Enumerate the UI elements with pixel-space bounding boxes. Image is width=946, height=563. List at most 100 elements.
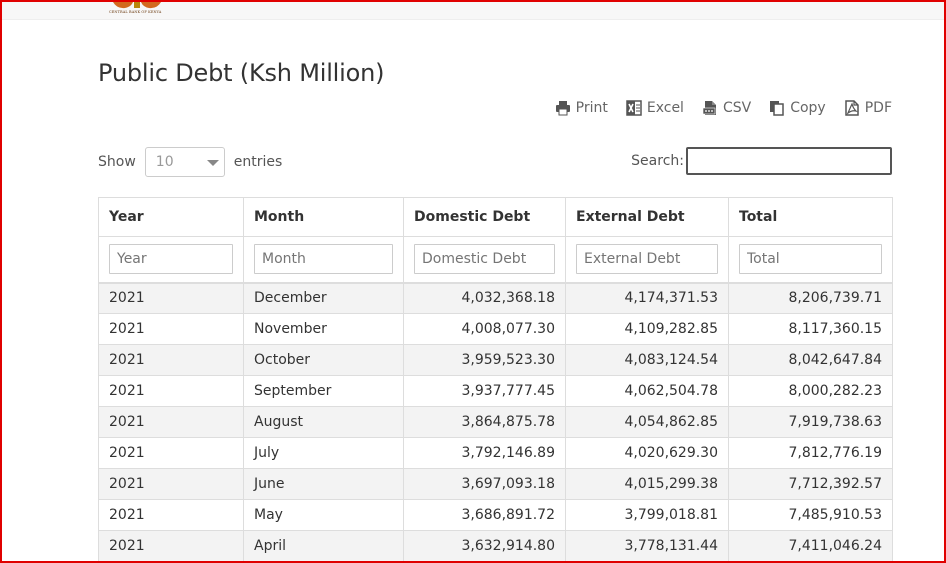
central-bank-logo[interactable]: CENTRAL BANK OF KENYA bbox=[109, 2, 165, 18]
cell-external-debt: 4,062,504.78 bbox=[565, 375, 729, 407]
filter-cell-month bbox=[243, 236, 404, 284]
cell-domestic-debt: 4,032,368.18 bbox=[403, 282, 566, 314]
column-header-year[interactable]: Year bbox=[98, 197, 244, 237]
cell-total: 7,919,738.63 bbox=[728, 406, 893, 438]
excel-icon bbox=[626, 100, 642, 116]
cell-year: 2021 bbox=[98, 406, 244, 438]
copy-button[interactable]: Copy bbox=[769, 100, 826, 116]
cell-year: 2021 bbox=[98, 437, 244, 469]
filter-cell-total bbox=[728, 236, 893, 284]
cell-external-debt: 4,083,124.54 bbox=[565, 344, 729, 376]
excel-button[interactable]: Excel bbox=[626, 100, 684, 116]
cell-month: July bbox=[243, 437, 404, 469]
chevron-down-icon bbox=[206, 160, 219, 166]
cell-month: June bbox=[243, 468, 404, 500]
cell-year: 2021 bbox=[98, 375, 244, 407]
cell-total: 7,712,392.57 bbox=[728, 468, 893, 500]
cell-domestic-debt: 3,632,914.80 bbox=[403, 530, 566, 562]
table-row[interactable]: 2021 April 3,632,914.80 3,778,131.44 7,4… bbox=[98, 530, 893, 562]
table-row[interactable]: 2021 October 3,959,523.30 4,083,124.54 8… bbox=[98, 344, 893, 376]
cell-month: August bbox=[243, 406, 404, 438]
external-debt-filter-input[interactable] bbox=[576, 244, 718, 275]
table-row[interactable]: 2021 May 3,686,891.72 3,799,018.81 7,485… bbox=[98, 499, 893, 531]
cell-domestic-debt: 3,959,523.30 bbox=[403, 344, 566, 376]
logo-emblem-icon bbox=[113, 2, 161, 9]
export-toolbar: Print Excel CSV Copy PDF bbox=[555, 100, 892, 116]
cell-domestic-debt: 3,792,146.89 bbox=[403, 437, 566, 469]
cell-year: 2021 bbox=[98, 282, 244, 314]
top-header-bar: CENTRAL BANK OF KENYA bbox=[2, 2, 944, 20]
total-filter-input[interactable] bbox=[739, 244, 882, 275]
cell-external-debt: 3,778,131.44 bbox=[565, 530, 729, 562]
copy-icon bbox=[770, 101, 784, 116]
pdf-label: PDF bbox=[864, 100, 892, 116]
cell-domestic-debt: 3,864,875.78 bbox=[403, 406, 566, 438]
column-filter-row bbox=[98, 236, 893, 284]
table-search-control: Search: bbox=[631, 146, 892, 176]
cell-total: 8,206,739.71 bbox=[728, 282, 893, 314]
entries-label: entries bbox=[233, 154, 283, 170]
column-header-month[interactable]: Month bbox=[243, 197, 404, 237]
cell-domestic-debt: 3,697,093.18 bbox=[403, 468, 566, 500]
cell-external-debt: 4,020,629.30 bbox=[565, 437, 729, 469]
cell-total: 7,485,910.53 bbox=[728, 499, 893, 531]
cell-year: 2021 bbox=[98, 530, 244, 562]
table-row[interactable]: 2021 July 3,792,146.89 4,020,629.30 7,81… bbox=[98, 437, 893, 469]
entries-select-value: 10 bbox=[155, 154, 174, 170]
excel-label: Excel bbox=[646, 100, 684, 116]
cell-domestic-debt: 4,008,077.30 bbox=[403, 313, 566, 345]
cell-month: September bbox=[243, 375, 404, 407]
cell-month: May bbox=[243, 499, 404, 531]
cell-domestic-debt: 3,937,777.45 bbox=[403, 375, 566, 407]
print-button[interactable]: Print bbox=[555, 100, 608, 116]
pdf-icon bbox=[844, 100, 859, 116]
cell-external-debt: 4,109,282.85 bbox=[565, 313, 729, 345]
table-row[interactable]: 2021 December 4,032,368.18 4,174,371.53 … bbox=[98, 282, 893, 314]
cell-domestic-debt: 3,686,891.72 bbox=[403, 499, 566, 531]
domestic-debt-filter-input[interactable] bbox=[414, 244, 555, 275]
cell-total: 8,000,282.23 bbox=[728, 375, 893, 407]
cell-total: 7,411,046.24 bbox=[728, 530, 893, 562]
print-label: Print bbox=[575, 100, 608, 116]
public-debt-table: Year Month Domestic Debt External Debt T… bbox=[98, 197, 893, 562]
csv-icon bbox=[702, 101, 716, 115]
cell-month: October bbox=[243, 344, 404, 376]
logo-text: CENTRAL BANK OF KENYA bbox=[109, 10, 162, 14]
search-input[interactable] bbox=[686, 147, 892, 175]
csv-label: CSV bbox=[722, 100, 752, 116]
entries-per-page-select[interactable]: 10 bbox=[144, 147, 225, 177]
month-filter-input[interactable] bbox=[254, 244, 393, 275]
cell-external-debt: 4,054,862.85 bbox=[565, 406, 729, 438]
table-row[interactable]: 2021 September 3,937,777.45 4,062,504.78… bbox=[98, 375, 893, 407]
cell-month: November bbox=[243, 313, 404, 345]
column-header-external-debt[interactable]: External Debt bbox=[565, 197, 729, 237]
filter-cell-domestic-debt bbox=[403, 236, 566, 284]
cell-external-debt: 4,015,299.38 bbox=[565, 468, 729, 500]
cell-month: December bbox=[243, 282, 404, 314]
cell-external-debt: 3,799,018.81 bbox=[565, 499, 729, 531]
year-filter-input[interactable] bbox=[109, 244, 233, 275]
pdf-button[interactable]: PDF bbox=[844, 100, 892, 116]
cell-total: 8,042,647.84 bbox=[728, 344, 893, 376]
table-row[interactable]: 2021 August 3,864,875.78 4,054,862.85 7,… bbox=[98, 406, 893, 438]
cell-month: April bbox=[243, 530, 404, 562]
cell-year: 2021 bbox=[98, 468, 244, 500]
page-title: Public Debt (Ksh Million) bbox=[98, 59, 385, 87]
filter-cell-external-debt bbox=[565, 236, 729, 284]
table-row[interactable]: 2021 November 4,008,077.30 4,109,282.85 … bbox=[98, 313, 893, 345]
copy-label: Copy bbox=[790, 100, 826, 116]
show-label: Show bbox=[98, 154, 136, 170]
search-label: Search: bbox=[631, 153, 684, 169]
table-row[interactable]: 2021 June 3,697,093.18 4,015,299.38 7,71… bbox=[98, 468, 893, 500]
cell-total: 8,117,360.15 bbox=[728, 313, 893, 345]
column-header-total[interactable]: Total bbox=[728, 197, 893, 237]
cell-year: 2021 bbox=[98, 344, 244, 376]
cell-total: 7,812,776.19 bbox=[728, 437, 893, 469]
csv-button[interactable]: CSV bbox=[702, 100, 751, 116]
entries-length-control: Show 10 entries bbox=[98, 146, 282, 178]
cell-year: 2021 bbox=[98, 313, 244, 345]
table-header-row: Year Month Domestic Debt External Debt T… bbox=[98, 197, 893, 237]
column-header-domestic-debt[interactable]: Domestic Debt bbox=[403, 197, 566, 237]
cell-external-debt: 4,174,371.53 bbox=[565, 282, 729, 314]
filter-cell-year bbox=[98, 236, 244, 284]
